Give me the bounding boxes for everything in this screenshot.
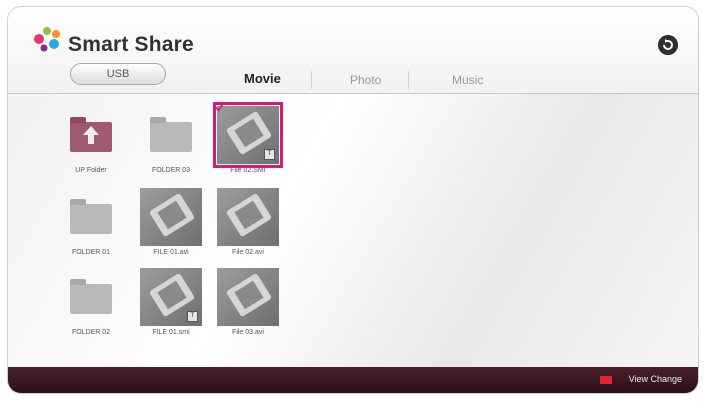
film-strip-icon [225, 192, 273, 238]
movie-item[interactable]: File 02.avi [213, 188, 283, 256]
film-strip-icon [148, 192, 196, 238]
tab-divider [408, 71, 409, 89]
item-label: FOLDER 02 [71, 329, 111, 336]
usb-device-button[interactable]: USB [70, 63, 166, 85]
movie-thumbnail [217, 268, 279, 326]
movie-thumbnail: T [140, 268, 202, 326]
item-label: File 02.avi [232, 249, 264, 256]
item-label: FILE 01.smi [152, 329, 190, 336]
movie-thumbnail [140, 188, 202, 246]
smart-share-logo-icon [34, 27, 60, 52]
folder-icon [70, 199, 112, 234]
red-key-icon [600, 376, 612, 384]
footer-bar: View Change [8, 367, 698, 393]
file-grid: UP Folder FOLDER 03 T File 02.SMI FOLDER… [8, 94, 698, 371]
item-label: FOLDER 03 [151, 167, 191, 174]
tab-photo[interactable]: Photo [350, 73, 381, 87]
smart-share-window: Smart Share USB Movie Photo Music UP Fol… [7, 6, 699, 394]
app-title: Smart Share [68, 33, 194, 56]
checkmark-icon [215, 103, 224, 112]
item-label: File 02.SMI [230, 167, 266, 174]
up-folder-icon [70, 117, 112, 152]
header-bar: Smart Share USB Movie Photo Music [8, 7, 698, 94]
movie-thumbnail: T [213, 102, 283, 168]
movie-thumbnail [217, 188, 279, 246]
return-arrow-icon[interactable] [658, 35, 678, 55]
folder-item[interactable]: FOLDER 02 [56, 268, 126, 336]
film-strip-icon [225, 272, 273, 318]
movie-item[interactable]: FILE 01.avi [136, 188, 206, 256]
folder-icon [70, 279, 112, 314]
movie-item[interactable]: T FILE 01.smi [136, 268, 206, 336]
item-label: File 03.avi [232, 329, 264, 336]
folder-item[interactable]: FOLDER 01 [56, 188, 126, 256]
movie-item[interactable]: File 03.avi [213, 268, 283, 336]
item-label: UP Folder [75, 167, 107, 174]
item-label: FOLDER 01 [71, 249, 111, 256]
folder-icon [150, 117, 192, 152]
view-change-hint[interactable]: View Change [629, 374, 682, 384]
movie-item-selected[interactable]: T File 02.SMI [213, 102, 283, 174]
tab-music[interactable]: Music [452, 73, 483, 87]
up-folder-item[interactable]: UP Folder [56, 106, 126, 174]
subtitle-badge: T [264, 149, 275, 160]
tab-movie[interactable]: Movie [244, 71, 281, 86]
subtitle-badge: T [187, 311, 198, 322]
item-label: FILE 01.avi [153, 249, 189, 256]
tab-divider [311, 71, 312, 89]
folder-item[interactable]: FOLDER 03 [136, 106, 206, 174]
